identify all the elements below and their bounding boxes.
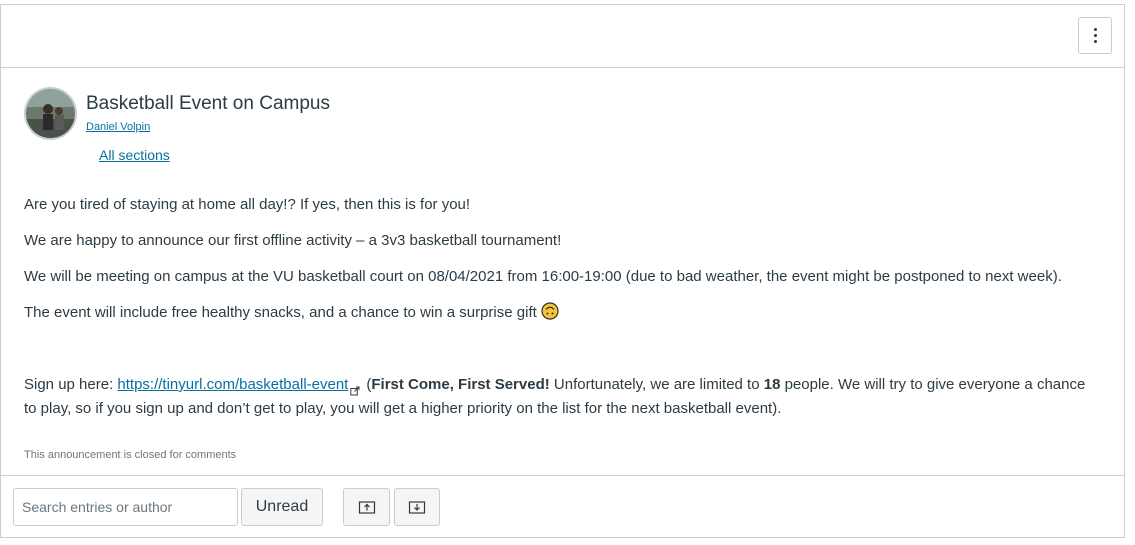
body-paragraph: Are you tired of staying at home all day… — [24, 196, 471, 213]
search-input[interactable] — [13, 488, 238, 526]
closed-comments-note: This announcement is closed for comments — [24, 449, 237, 461]
expand-threads-button[interactable] — [343, 488, 390, 526]
body-paragraph-gift: The event will include free healthy snac… — [24, 301, 1099, 325]
announcement-panel: Basketball Event on Campus Daniel Volpin… — [0, 4, 1125, 538]
signup-prefix: Sign up here: — [24, 376, 118, 393]
body-paragraph: We are happy to announce our first offli… — [24, 232, 562, 249]
options-menu-button[interactable] — [1078, 17, 1112, 54]
signup-paragraph: Sign up here: https://tinyurl.com/basket… — [24, 376, 1086, 417]
external-link-icon — [350, 380, 360, 396]
announcement-body: Are you tired of staying at home all day… — [24, 193, 1099, 421]
announcement-title: Basketball Event on Campus — [86, 93, 330, 114]
sections-link[interactable]: All sections — [99, 147, 170, 163]
author-link[interactable]: Daniel Volpin — [86, 121, 150, 133]
discussion-toolbar: Unread — [1, 475, 1124, 538]
signup-link[interactable]: https://tinyurl.com/basketball-event — [117, 376, 348, 393]
signup-mid: Unfortunately, we are limited to — [549, 376, 764, 393]
collapse-threads-icon — [408, 501, 426, 514]
collapse-threads-button[interactable] — [394, 488, 440, 526]
avatar[interactable] — [24, 87, 77, 140]
kebab-menu-icon — [1093, 28, 1097, 43]
body-paragraph: We will be meeting on campus at the VU b… — [24, 268, 1062, 285]
upside-down-face-emoji-icon — [541, 302, 559, 320]
announcement-header-bar — [1, 5, 1124, 68]
unread-filter-button[interactable]: Unread — [241, 488, 323, 526]
signup-bold-notice: First Come, First Served! — [371, 376, 550, 393]
expand-threads-icon — [358, 501, 375, 514]
body-paragraph-text: The event will include free healthy snac… — [24, 304, 537, 321]
signup-limit: 18 — [763, 376, 781, 393]
